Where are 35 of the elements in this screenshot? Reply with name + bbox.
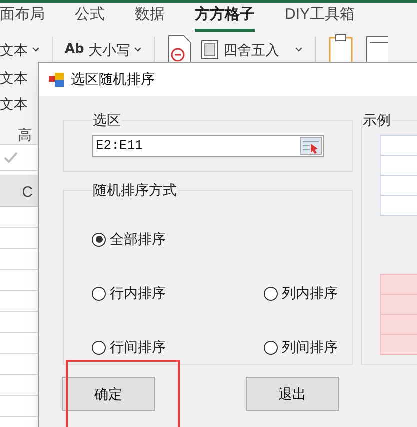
radio-option[interactable]: 行内排序 <box>92 283 264 304</box>
table-icon <box>201 40 220 60</box>
range-field[interactable]: E2:E11 <box>92 135 324 157</box>
caret-icon <box>32 47 40 53</box>
check-icon[interactable] <box>4 152 18 164</box>
ribbon-tab[interactable]: 面布局 <box>0 4 45 32</box>
radio-button[interactable] <box>264 340 278 354</box>
ribbon-tab[interactable]: 公式 <box>75 4 105 32</box>
app-icon <box>49 72 65 86</box>
radio-button[interactable] <box>92 340 106 354</box>
group-title: 选区 <box>92 111 122 130</box>
range-picker-icon[interactable] <box>300 137 322 155</box>
radio-option[interactable]: 全部排序 <box>92 229 342 250</box>
ribbon-tab[interactable]: 数据 <box>135 4 165 32</box>
caret-icon <box>295 47 304 53</box>
ribbon-button[interactable]: Ab 大小写 <box>65 40 142 60</box>
document-icon[interactable] <box>167 35 194 65</box>
panel-icon[interactable] <box>366 35 388 65</box>
radio-option[interactable]: 行间排序 <box>92 337 264 358</box>
radio-button[interactable] <box>92 232 106 246</box>
group-title: 随机排序方式 <box>92 181 178 200</box>
ribbon-button[interactable]: 四舍五入 <box>201 40 304 60</box>
radio-button[interactable] <box>92 286 106 300</box>
radio-option[interactable]: 列内排序 <box>264 283 342 304</box>
group-label: 高 <box>18 126 32 145</box>
dialog-button[interactable]: 退出 <box>246 377 339 411</box>
ribbon-tab[interactable]: DIY工具箱 <box>285 4 356 32</box>
caret-icon <box>134 47 142 53</box>
group-title: 示例 <box>362 111 392 130</box>
dialog-button[interactable]: 确定 <box>62 377 155 411</box>
radio-button[interactable] <box>264 286 278 300</box>
ribbon-button[interactable]: 文本 <box>0 40 40 60</box>
ribbon-tab[interactable]: 方方格子 <box>195 4 255 32</box>
radio-option[interactable]: 列间排序 <box>264 337 342 358</box>
window-title: 选区随机排序 <box>71 70 155 89</box>
